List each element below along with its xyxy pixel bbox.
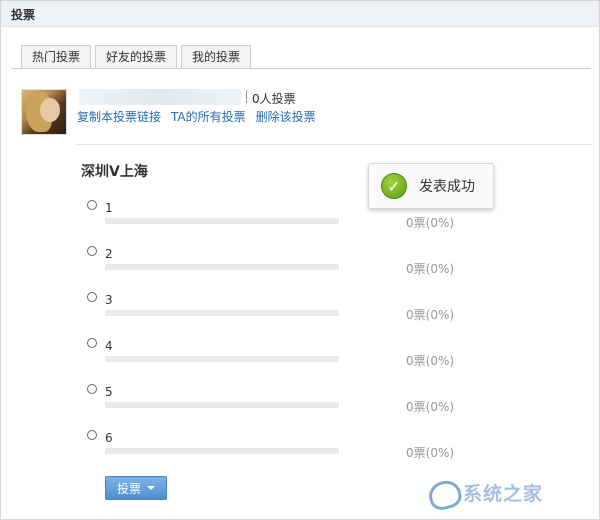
poll-title: 深圳V上海 — [81, 164, 148, 180]
result-bar — [105, 310, 339, 316]
result-bar — [105, 402, 339, 408]
tab-my-votes[interactable]: 我的投票 — [181, 45, 252, 69]
tab-bar: 热门投票 好友的投票 我的投票 — [21, 45, 255, 69]
result-bar — [105, 356, 339, 362]
tab-friends-votes[interactable]: 好友的投票 — [95, 45, 178, 69]
poll-option: 4 0票(0%) — [87, 338, 487, 378]
option-result: 0票(0%) — [406, 308, 455, 322]
poll-option: 6 0票(0%) — [87, 430, 487, 470]
poll-option: 3 0票(0%) — [87, 292, 487, 332]
poll-option: 2 0票(0%) — [87, 246, 487, 286]
result-bar — [105, 264, 339, 270]
option-radio[interactable] — [87, 246, 97, 256]
option-radio[interactable] — [87, 384, 97, 394]
option-radio[interactable] — [87, 338, 97, 348]
tab-hot-votes[interactable]: 热门投票 — [21, 45, 92, 69]
watermark: 系统之家 — [427, 469, 597, 515]
toast-text: 发表成功 — [419, 179, 475, 195]
title-bar: 投票 — [1, 1, 599, 27]
option-label: 1 — [105, 201, 113, 215]
result-bar — [105, 448, 339, 454]
avatar-face — [40, 98, 60, 122]
delete-poll-link[interactable]: 删除该投票 — [256, 108, 316, 125]
blurred-username — [79, 89, 241, 105]
option-label: 6 — [105, 431, 113, 445]
vote-button[interactable]: 投票 — [105, 476, 167, 500]
copy-poll-link[interactable]: 复制本投票链接 — [77, 108, 161, 125]
vote-count: 0人投票 — [252, 92, 296, 106]
poll-option: 5 0票(0%) — [87, 384, 487, 424]
watermark-text: 系统之家 — [463, 482, 544, 505]
option-result: 0票(0%) — [406, 446, 455, 460]
tab-underline — [11, 68, 591, 69]
option-result: 0票(0%) — [406, 354, 455, 368]
option-label: 3 — [105, 293, 113, 307]
option-label: 2 — [105, 247, 113, 261]
page-title: 投票 — [11, 8, 36, 22]
avatar[interactable] — [21, 89, 67, 135]
option-radio[interactable] — [87, 430, 97, 440]
separator — [246, 90, 247, 103]
watermark-logo-icon — [427, 477, 457, 507]
vote-button-label: 投票 — [116, 481, 141, 496]
option-label: 5 — [105, 385, 113, 399]
divider — [75, 144, 591, 145]
chevron-down-icon — [147, 486, 155, 490]
option-result: 0票(0%) — [406, 216, 455, 230]
result-bar — [105, 218, 339, 224]
poll-actions: 复制本投票链接 TA的所有投票 删除该投票 — [77, 108, 326, 125]
option-result: 0票(0%) — [406, 400, 455, 414]
option-result: 0票(0%) — [406, 262, 455, 276]
vote-window: 投票 热门投票 好友的投票 我的投票 0人投票 复制本投票链接 TA的所有投票 … — [0, 0, 600, 520]
all-polls-link[interactable]: TA的所有投票 — [171, 108, 246, 125]
option-label: 4 — [105, 339, 113, 353]
option-radio[interactable] — [87, 200, 97, 210]
option-radio[interactable] — [87, 292, 97, 302]
check-icon: ✓ — [381, 173, 407, 199]
poll-option: 1 0票(0%) — [87, 200, 487, 240]
